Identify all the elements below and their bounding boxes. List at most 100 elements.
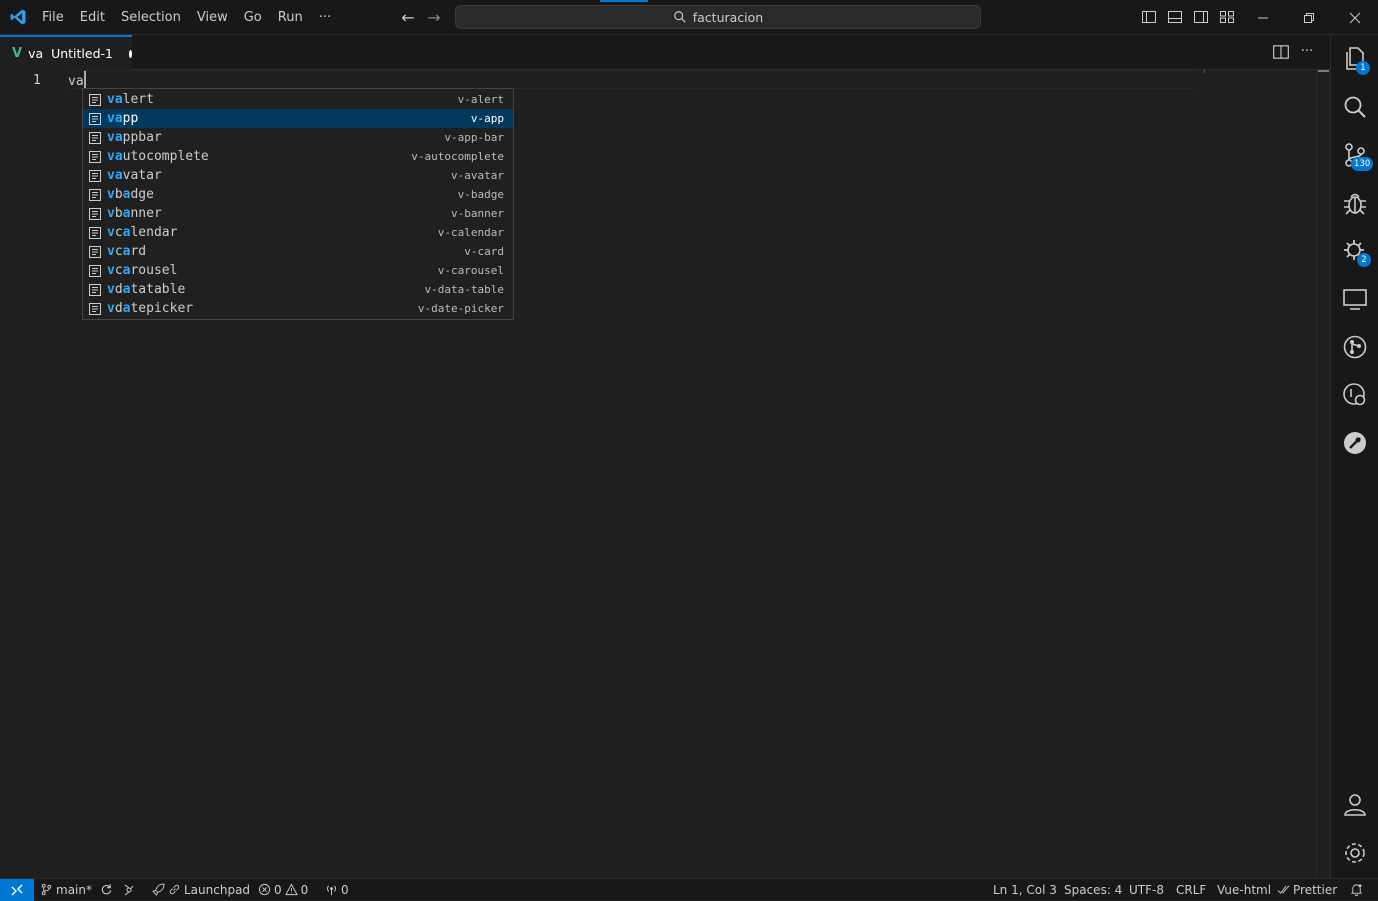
branch-status[interactable]: main* [40, 879, 113, 900]
suggest-label-part: v [107, 263, 115, 278]
suggest-detail: v-calendar [437, 226, 504, 239]
suggest-detail: v-date-picker [417, 302, 504, 315]
menu-more[interactable]: ··· [311, 0, 339, 35]
menu-edit[interactable]: Edit [72, 0, 113, 35]
suggest-label: vbadge [107, 187, 154, 202]
tab-untitled-1[interactable]: V va Untitled-1 [0, 35, 132, 70]
rocket-icon [152, 883, 165, 896]
bell-icon [1350, 884, 1363, 896]
code-text: va [68, 74, 84, 89]
menu-view[interactable]: View [189, 0, 236, 35]
menu-bar: File Edit Selection View Go Run ··· [34, 0, 339, 35]
cursor-position-status[interactable]: Ln 1, Col 3 [993, 879, 1057, 900]
remote-indicator[interactable] [0, 879, 34, 901]
link-icon [169, 884, 180, 895]
title-bar: File Edit Selection View Go Run ··· ← → … [0, 0, 1378, 35]
minimize-icon [1258, 17, 1268, 18]
toggle-panel-icon[interactable] [1167, 9, 1183, 25]
notifications-status[interactable] [1350, 879, 1363, 900]
indentation-status[interactable]: Spaces: 4 [1064, 879, 1122, 900]
git-activity-status[interactable] [122, 879, 136, 900]
git-graph-button[interactable] [1341, 333, 1369, 361]
accounts-button[interactable] [1341, 791, 1369, 819]
suggest-item[interactable]: vdatepicker v-date-picker [83, 299, 513, 318]
suggest-item[interactable]: vapp v-app [83, 109, 513, 128]
close-window-button[interactable] [1332, 0, 1378, 35]
activity-bar: 1 130 2 [1330, 35, 1378, 878]
ports-count: 0 [341, 882, 349, 897]
suggest-label-part: b [114, 206, 123, 221]
indentation: Spaces: 4 [1064, 882, 1123, 897]
prettier-status[interactable]: Prettier [1277, 879, 1337, 900]
suggest-label-part: utocomplete [122, 149, 209, 164]
more-actions-icon[interactable]: ··· [1298, 43, 1316, 61]
menu-go[interactable]: Go [236, 0, 270, 35]
problems-status[interactable]: 0 0 [258, 879, 308, 900]
vue-file-icon: V [12, 46, 23, 61]
suggest-label-part: va [107, 149, 123, 164]
ports-status[interactable]: 0 [325, 879, 349, 900]
suggest-detail: v-carousel [437, 264, 504, 277]
customize-layout-icon[interactable] [1219, 9, 1235, 25]
snippet-text-icon [89, 131, 101, 144]
forward-arrow-icon[interactable]: → [424, 8, 444, 28]
suggest-label-part: v [107, 244, 115, 259]
eol-status[interactable]: CRLF [1176, 879, 1206, 900]
menu-run[interactable]: Run [270, 0, 311, 35]
restore-button[interactable] [1286, 0, 1332, 35]
extensions-button[interactable]: 2 [1341, 237, 1371, 267]
suggest-item[interactable]: vcalendar v-calendar [83, 223, 513, 242]
menu-selection[interactable]: Selection [113, 0, 189, 35]
suggest-item[interactable]: vdatatable v-data-table [83, 280, 513, 299]
suggest-widget: valert v-alert vapp v-app vappbar v-app-bar va… [82, 88, 514, 320]
suggest-item[interactable]: vcard v-card [83, 242, 513, 261]
unsaved-dot-icon[interactable] [128, 49, 132, 58]
command-center[interactable]: facturacion [455, 5, 981, 29]
suggest-item[interactable]: vavatar v-avatar [83, 166, 513, 185]
suggest-item[interactable]: valert v-alert [83, 90, 513, 109]
gitlens-button[interactable] [1341, 429, 1369, 457]
sync-icon [101, 884, 112, 895]
suggest-label-part: va [107, 111, 123, 126]
suggest-item[interactable]: vbanner v-banner [83, 204, 513, 223]
suggest-label-part: vatar [122, 168, 162, 183]
suggest-item[interactable]: vautocomplete v-autocomplete [83, 147, 513, 166]
remote-explorer-button[interactable] [1341, 285, 1369, 313]
run-debug-button[interactable] [1341, 189, 1369, 217]
suggest-detail: v-badge [457, 188, 504, 201]
suggest-label: vavatar [107, 168, 162, 183]
split-editor-icon[interactable] [1272, 43, 1290, 61]
suggest-label-part: d [114, 282, 123, 297]
suggest-item[interactable]: vcarousel v-carousel [83, 261, 513, 280]
encoding-status[interactable]: UTF-8 [1129, 879, 1164, 900]
source-control-button[interactable]: 130 [1341, 141, 1374, 171]
suggest-detail: v-card [464, 245, 504, 258]
suggest-detail: v-alert [457, 93, 504, 106]
timeline-button[interactable] [1341, 381, 1369, 409]
minimize-button[interactable] [1240, 0, 1286, 35]
suggest-item[interactable]: vappbar v-app-bar [83, 128, 513, 147]
explorer-button[interactable]: 1 [1341, 45, 1370, 75]
suggest-detail: v-banner [451, 207, 504, 220]
manage-button[interactable] [1341, 839, 1369, 867]
toggle-secondary-sidebar-icon[interactable] [1193, 9, 1209, 25]
text-cursor [83, 71, 86, 88]
check-double-icon [1277, 885, 1290, 894]
back-arrow-icon[interactable]: ← [398, 8, 418, 28]
language-mode-status[interactable]: Vue-html [1217, 879, 1271, 900]
search-button[interactable] [1341, 93, 1369, 121]
vertical-scrollbar[interactable] [1316, 70, 1330, 878]
account-icon [1344, 794, 1366, 816]
suggest-label: vbanner [107, 206, 162, 221]
snippet-text-icon [89, 207, 101, 220]
suggest-item[interactable]: vbadge v-badge [83, 185, 513, 204]
menu-file[interactable]: File [34, 0, 72, 35]
toggle-primary-sidebar-icon[interactable] [1141, 9, 1157, 25]
snippet-text-icon [89, 302, 101, 315]
restore-icon [1304, 12, 1314, 23]
progress-indicator [600, 0, 648, 2]
launchpad-status[interactable]: Launchpad [152, 879, 250, 900]
suggest-label-part: tepicker [130, 301, 194, 316]
suggest-label-part: tatable [130, 282, 186, 297]
suggest-label: valert [107, 92, 154, 107]
